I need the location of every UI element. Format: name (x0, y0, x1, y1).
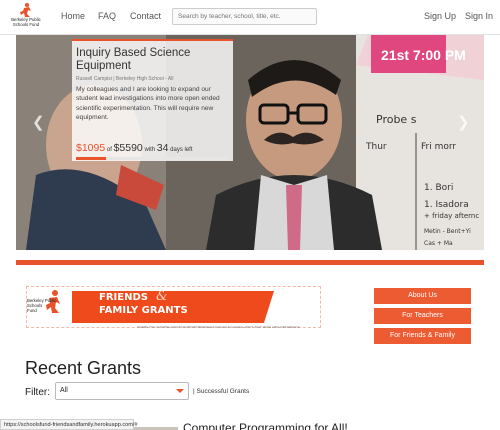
banner-title-line1: FRIENDS (99, 292, 148, 303)
featured-carousel[interactable]: 21st 7:00 PM Probe s Thur Fri morr 1. Bo… (16, 35, 484, 250)
filter-label: Filter: (25, 387, 50, 398)
banner-ampersand: & (156, 289, 168, 304)
runner-logo-icon (20, 3, 31, 17)
days-count: 34 (156, 142, 169, 154)
recent-grants-heading: Recent Grants (25, 358, 142, 378)
filter-select[interactable]: All (55, 382, 189, 400)
banner-tagline: WHERE YOU CHOOSE HOW TO SUPPORT BERKELEY… (137, 325, 300, 329)
board-text-7: Metin - Bent+Yi (424, 228, 471, 235)
successful-grants-link[interactable]: | Successful Grants (193, 388, 249, 395)
board-text-5: 1. Isadora (424, 200, 469, 210)
of-label: of (106, 147, 112, 153)
navbar: Berkeley Public Schools Fund Home FAQ Co… (0, 0, 500, 35)
nav-signup[interactable]: Sign Up (424, 11, 456, 21)
friends-family-banner: Berkeley Public Schools Fund FRIENDS & F… (26, 286, 321, 329)
grant-school: Russell Campisi | Berkeley High School -… (76, 76, 174, 82)
recent-grant-title[interactable]: Computer Programming for All! (183, 421, 348, 430)
board-text-6: + friday afternc (424, 212, 479, 220)
brand-text: Berkeley Public Schools Fund (11, 17, 41, 27)
for-teachers-button[interactable]: For Teachers (374, 308, 471, 324)
poster-text: 21st 7:00 PM (381, 47, 466, 63)
brand-logo[interactable]: Berkeley Public Schools Fund (6, 3, 46, 32)
amount-raised: $1095 (76, 142, 106, 154)
for-friends-family-button[interactable]: For Friends & Family (374, 328, 471, 344)
with-label: with (144, 147, 156, 153)
filter-value: All (60, 387, 68, 394)
funding-progress-bar (76, 157, 229, 160)
board-text-2: Thur (365, 142, 387, 152)
chevron-left-icon[interactable]: ❮ (32, 113, 45, 131)
grant-title[interactable]: Inquiry Based Science Equipment (76, 47, 229, 73)
board-text-1: Probe s (376, 113, 417, 126)
nav-home[interactable]: Home (61, 11, 85, 21)
grant-caption[interactable]: Inquiry Based Science Equipment Russell … (72, 39, 233, 161)
days-left-label: days left (170, 147, 193, 153)
main-panel: Berkeley Public Schools Fund FRIENDS & F… (16, 260, 484, 430)
status-url: https://schoolsfund-friendsandfamily.her… (0, 419, 138, 430)
nav-faq[interactable]: FAQ (98, 11, 116, 21)
chevron-right-icon[interactable]: ❯ (457, 113, 470, 131)
board-text-3: Fri morr (421, 142, 456, 152)
board-text-8: Cas + Ma (424, 240, 453, 247)
banner-logo-text: Berkeley Public Schools Fund (27, 298, 57, 313)
banner-title-line2: FAMILY GRANTS (99, 305, 188, 316)
board-text-4: 1. Bori (424, 183, 453, 193)
about-us-button[interactable]: About Us (374, 288, 471, 304)
grant-description: My colleagues and I are looking to expan… (76, 86, 220, 121)
amount-goal: $5590 (113, 142, 143, 154)
nav-contact[interactable]: Contact (130, 11, 161, 21)
caret-down-icon (176, 389, 184, 393)
grant-amounts: $1095 of $5590 with 34 days left (76, 142, 193, 154)
search-input[interactable] (172, 8, 317, 25)
nav-signin[interactable]: Sign In (465, 11, 493, 21)
funding-progress-fill (76, 157, 106, 160)
